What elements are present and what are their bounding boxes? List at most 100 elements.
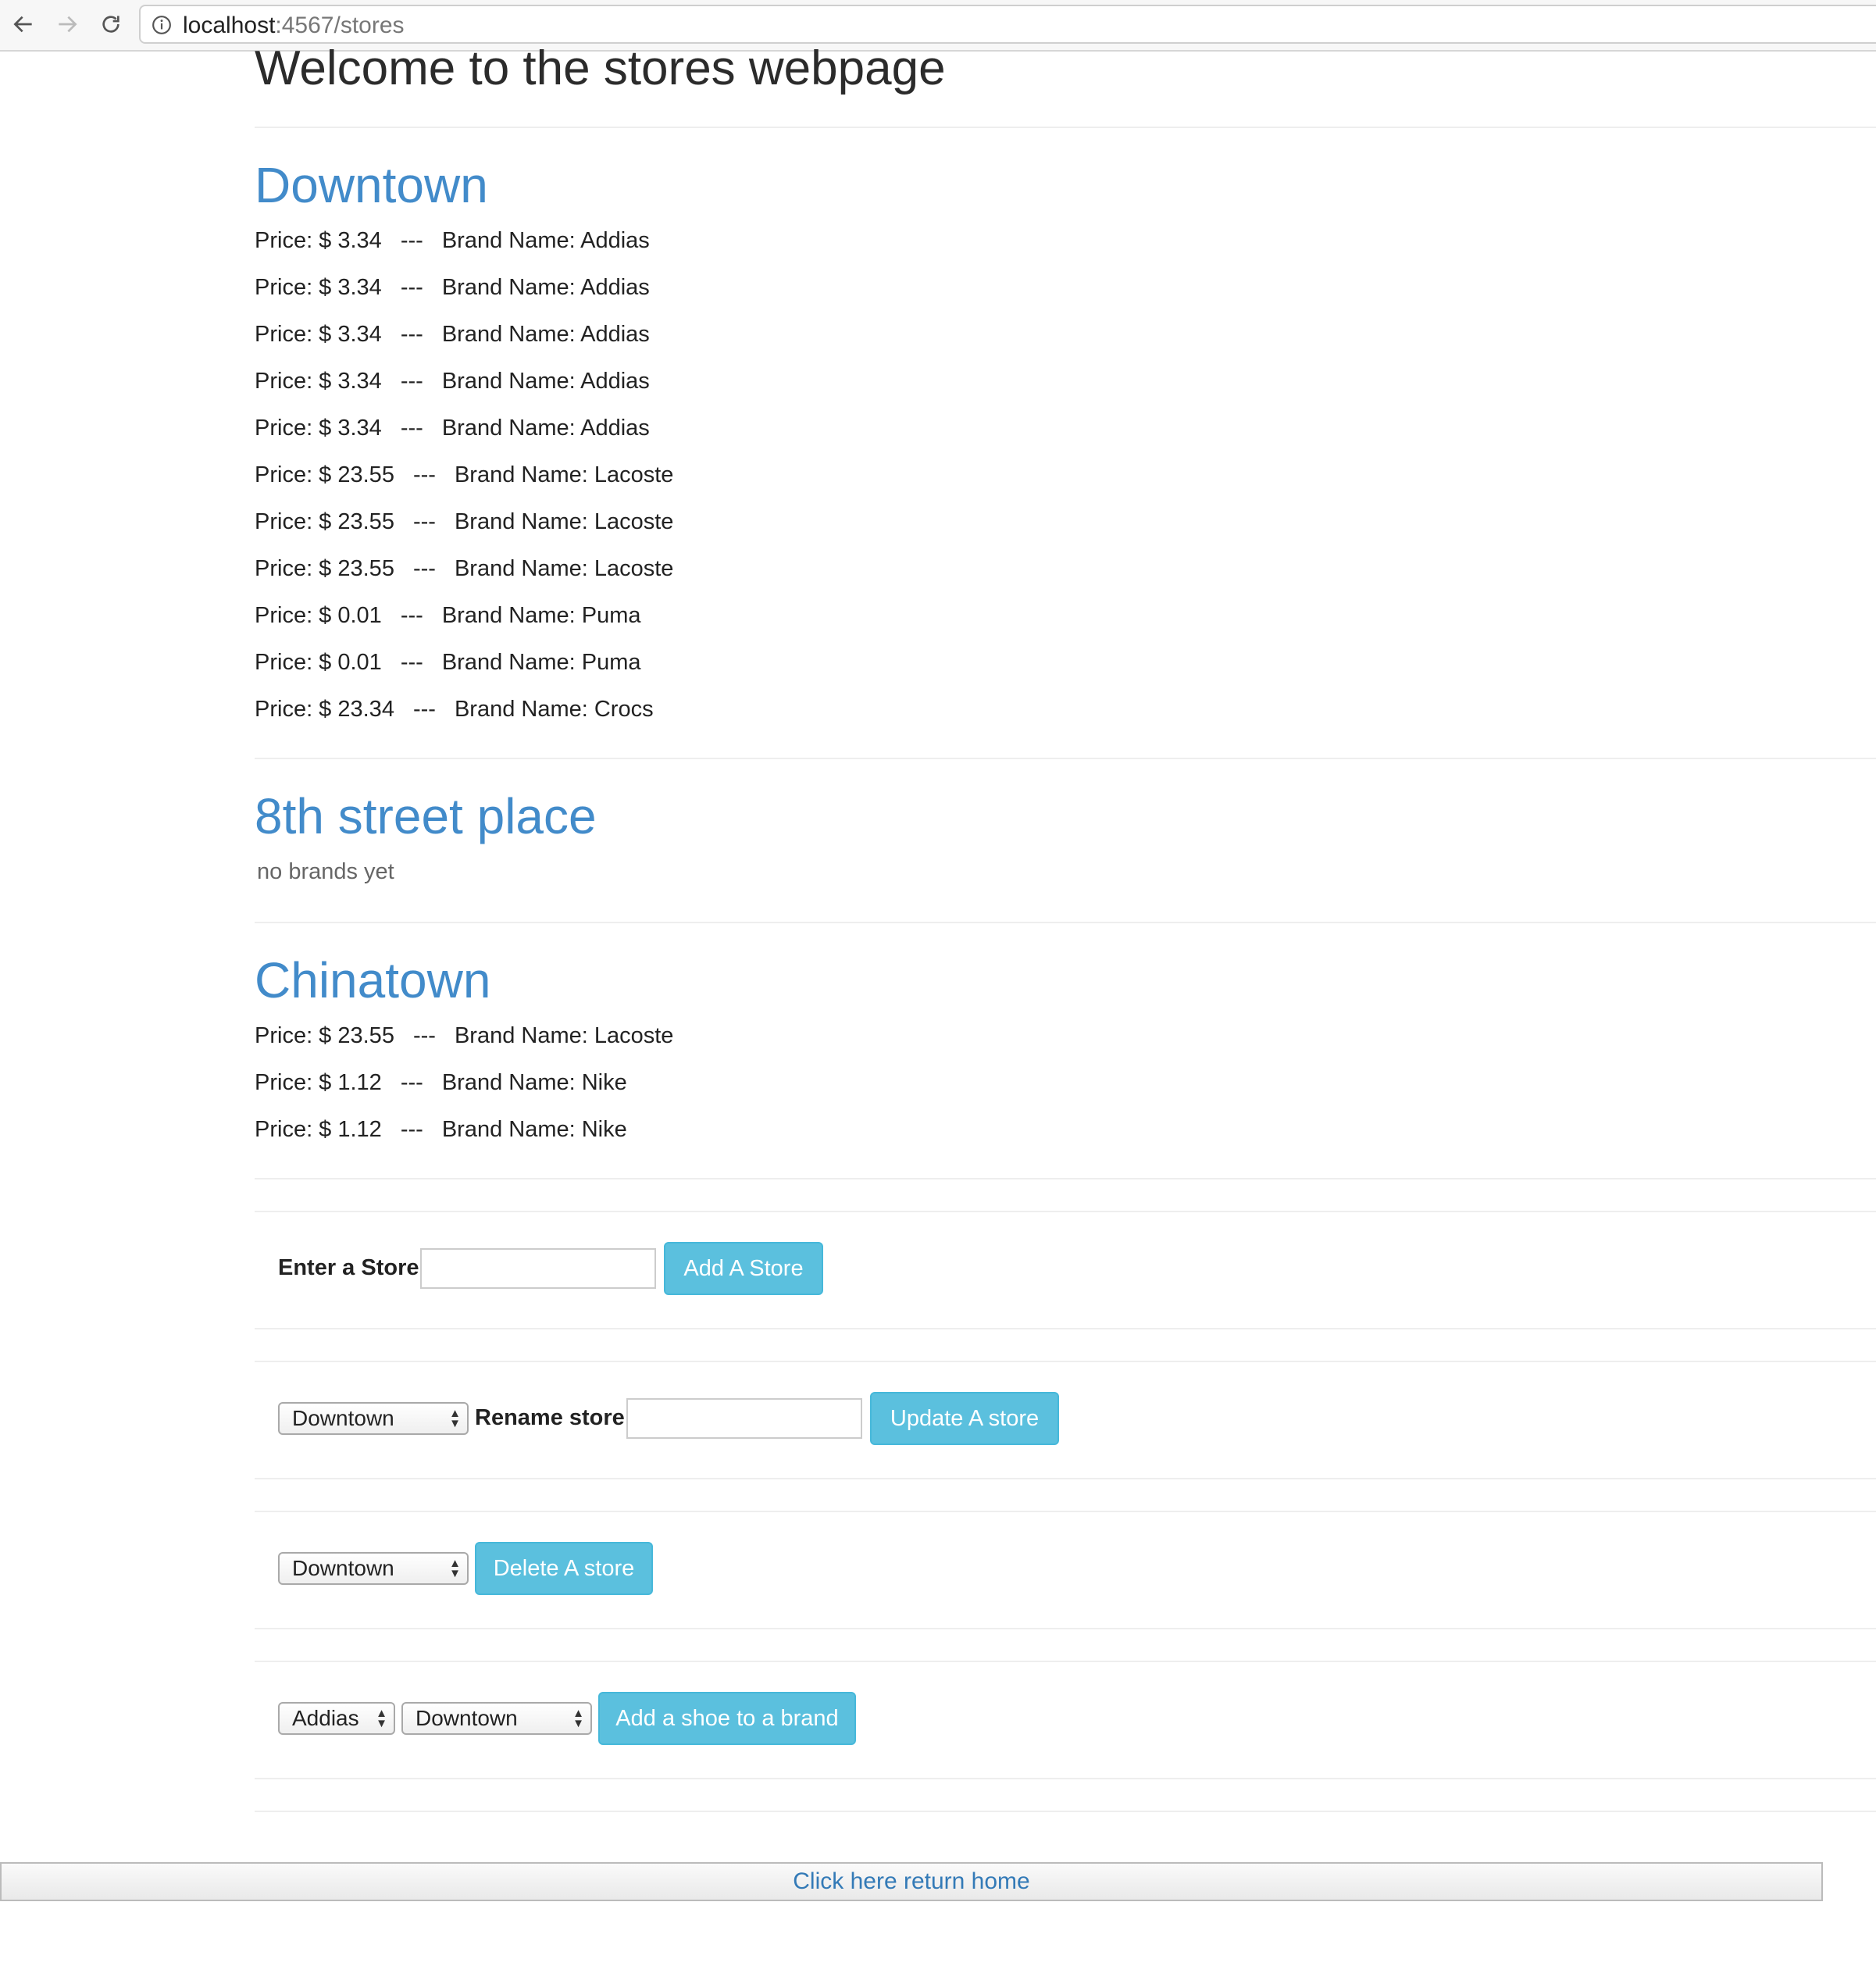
url-host: localhost: [183, 12, 276, 38]
url-text: localhost:4567/stores: [183, 12, 405, 39]
brand-name-text: Brand Name: Lacoste: [454, 509, 674, 534]
divider: [255, 1778, 1876, 1779]
brand-row: Price: $ 1.12 --- Brand Name: Nike: [255, 1070, 627, 1096]
return-home-link[interactable]: Click here return home: [2, 1868, 1821, 1895]
brand-name-text: Brand Name: Puma: [441, 603, 641, 628]
delete-store-select[interactable]: Downtown ▲ ▼: [278, 1552, 469, 1585]
footer-bar: Click here return home: [0, 1862, 1823, 1901]
delete-store-selected: Downtown: [292, 1556, 394, 1580]
update-store-button[interactable]: Update A store: [870, 1392, 1059, 1445]
brand-name-text: Brand Name: Addias: [441, 322, 650, 347]
price-text: Price: $ 0.01: [255, 603, 382, 628]
separator: ---: [400, 603, 423, 628]
brand-row: Price: $ 23.55 --- Brand Name: Lacoste: [255, 509, 673, 535]
divider: [255, 1511, 1876, 1512]
price-text: Price: $ 3.34: [255, 416, 382, 441]
price-text: Price: $ 23.55: [255, 1023, 394, 1048]
brand-row: Price: $ 23.55 --- Brand Name: Lacoste: [255, 1023, 673, 1049]
brand-row: Price: $ 23.55 --- Brand Name: Lacoste: [255, 556, 673, 582]
brand-row: Price: $ 0.01 --- Brand Name: Puma: [255, 650, 640, 676]
brand-name-text: Brand Name: Puma: [441, 650, 641, 675]
brand-row: Price: $ 0.01 --- Brand Name: Puma: [255, 603, 640, 629]
select-arrows-icon: ▲ ▼: [572, 1707, 584, 1730]
separator: ---: [400, 275, 423, 300]
update-store-select[interactable]: Downtown ▲ ▼: [278, 1402, 469, 1435]
store-select[interactable]: Downtown ▲ ▼: [401, 1702, 592, 1735]
brand-name-text: Brand Name: Lacoste: [454, 1023, 674, 1048]
brand-name-text: Brand Name: Nike: [441, 1070, 627, 1095]
divider: [255, 1328, 1876, 1329]
store-heading-downtown: Downtown: [255, 157, 488, 213]
price-text: Price: $ 23.34: [255, 697, 394, 722]
select-arrows-icon: ▲ ▼: [449, 1557, 461, 1580]
separator: ---: [412, 462, 436, 487]
brand-row: Price: $ 3.34 --- Brand Name: Addias: [255, 369, 650, 394]
url-path: :4567/stores: [275, 12, 405, 38]
reload-icon: [102, 16, 119, 33]
update-store-selected: Downtown: [292, 1406, 394, 1430]
divider: [255, 1178, 1876, 1179]
store-heading-chinatown: Chinatown: [255, 952, 491, 1008]
separator: ---: [400, 1117, 423, 1142]
no-brands-text: no brands yet: [257, 859, 394, 884]
brand-row: Price: $ 23.34 --- Brand Name: Crocs: [255, 697, 654, 723]
brand-name-text: Brand Name: Addias: [441, 416, 650, 441]
address-bar[interactable]: localhost:4567/stores: [139, 5, 1876, 44]
brand-row: Price: $ 23.55 --- Brand Name: Lacoste: [255, 462, 673, 488]
delete-store-button[interactable]: Delete A store: [475, 1542, 653, 1595]
price-text: Price: $ 1.12: [255, 1070, 382, 1095]
separator: ---: [400, 416, 423, 441]
info-icon: [152, 16, 171, 34]
price-text: Price: $ 3.34: [255, 228, 382, 253]
store-name-input[interactable]: [420, 1248, 656, 1289]
brand-name-text: Brand Name: Addias: [441, 275, 650, 300]
brand-row: Price: $ 3.34 --- Brand Name: Addias: [255, 322, 650, 348]
brand-selected: Addias: [292, 1706, 359, 1730]
separator: ---: [400, 228, 423, 253]
select-arrows-icon: ▲ ▼: [449, 1407, 461, 1430]
price-text: Price: $ 23.55: [255, 462, 394, 487]
forward-arrow-icon: [59, 16, 77, 33]
select-arrows-icon: ▲ ▼: [376, 1707, 387, 1730]
separator: ---: [400, 369, 423, 394]
forward-button[interactable]: [50, 7, 84, 41]
reload-button[interactable]: [94, 7, 128, 41]
brand-row: Price: $ 3.34 --- Brand Name: Addias: [255, 228, 650, 254]
page-title: Welcome to the stores webpage: [255, 41, 946, 95]
brand-row: Price: $ 1.12 --- Brand Name: Nike: [255, 1117, 627, 1143]
divider: [255, 758, 1876, 759]
brand-name-text: Brand Name: Lacoste: [454, 462, 674, 487]
brand-name-text: Brand Name: Addias: [441, 369, 650, 394]
store-selected: Downtown: [416, 1706, 518, 1730]
divider: [255, 1478, 1876, 1479]
add-store-button[interactable]: Add A Store: [664, 1242, 823, 1295]
separator: ---: [412, 509, 436, 534]
separator: ---: [400, 650, 423, 675]
separator: ---: [400, 1070, 423, 1095]
price-text: Price: $ 23.55: [255, 509, 394, 534]
divider: [255, 1811, 1876, 1812]
divider: [255, 1211, 1876, 1212]
price-text: Price: $ 23.55: [255, 556, 394, 581]
divider: [255, 922, 1876, 923]
brand-name-text: Brand Name: Addias: [441, 228, 650, 253]
divider: [255, 1661, 1876, 1662]
enter-store-label: Enter a Store: [278, 1255, 419, 1280]
brand-name-text: Brand Name: Crocs: [454, 697, 654, 722]
price-text: Price: $ 3.34: [255, 322, 382, 347]
back-arrow-icon: [13, 16, 32, 33]
brand-name-text: Brand Name: Nike: [441, 1117, 627, 1142]
separator: ---: [400, 322, 423, 347]
divider: [255, 1361, 1876, 1362]
price-text: Price: $ 1.12: [255, 1117, 382, 1142]
separator: ---: [412, 697, 436, 722]
price-text: Price: $ 0.01: [255, 650, 382, 675]
add-shoe-button[interactable]: Add a shoe to a brand: [598, 1692, 856, 1745]
price-text: Price: $ 3.34: [255, 275, 382, 300]
rename-store-label: Rename store: [475, 1405, 625, 1430]
rename-store-input[interactable]: [626, 1398, 862, 1439]
brand-select[interactable]: Addias ▲ ▼: [278, 1702, 395, 1735]
separator: ---: [412, 556, 436, 581]
brand-row: Price: $ 3.34 --- Brand Name: Addias: [255, 416, 650, 441]
back-button[interactable]: [6, 7, 41, 41]
